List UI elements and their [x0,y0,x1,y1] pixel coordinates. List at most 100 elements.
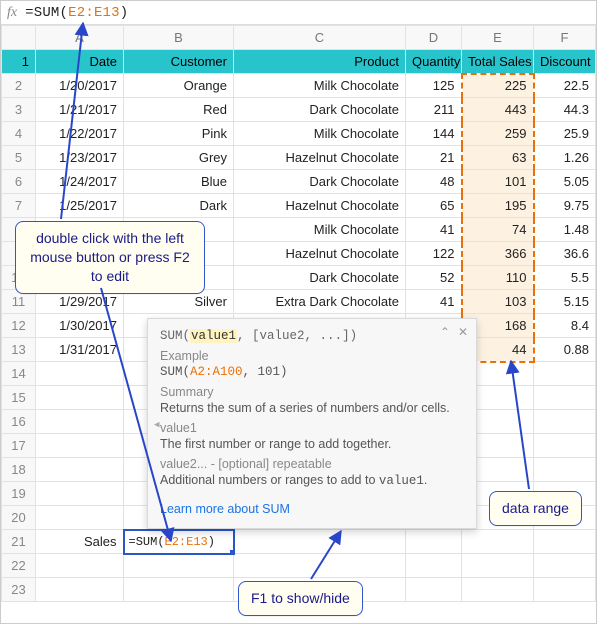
cell[interactable]: Pink [124,122,234,146]
cell[interactable]: Milk Chocolate [234,122,406,146]
row-header[interactable]: 23 [2,578,36,602]
table-row[interactable]: 31/21/2017RedDark Chocolate21144344.3 [2,98,596,122]
cell[interactable]: Discount [534,50,596,74]
cell[interactable] [406,578,462,602]
cell[interactable]: 1/24/2017 [36,170,124,194]
table-row[interactable]: 51/23/2017GreyHazelnut Chocolate21631.26 [2,146,596,170]
table-row[interactable]: 21/20/2017OrangeMilk Chocolate12522522.5 [2,74,596,98]
cell[interactable]: 195 [462,194,534,218]
formula-bar[interactable]: fx =SUM(E2:E13) [1,1,596,25]
row-header[interactable]: 17 [2,434,36,458]
col-header-e[interactable]: E [462,26,534,50]
cell[interactable]: Dark [124,194,234,218]
chevron-left-icon[interactable]: ◂ [154,417,160,430]
cell[interactable] [36,482,124,506]
collapse-icon[interactable]: ⌃ [440,325,450,339]
column-header-row[interactable]: A B C D E F [2,26,596,50]
row-header[interactable]: 1 [2,50,36,74]
row-header[interactable]: 4 [2,122,36,146]
table-row[interactable]: 22 [2,554,596,578]
cell[interactable]: 5.5 [534,266,596,290]
row-header[interactable]: 22 [2,554,36,578]
row-header[interactable]: 19 [2,482,36,506]
cell[interactable]: 1/23/2017 [36,146,124,170]
cell[interactable]: Red [124,98,234,122]
cell[interactable] [462,578,534,602]
row-header[interactable]: 2 [2,74,36,98]
table-row[interactable]: 41/22/2017PinkMilk Chocolate14425925.9 [2,122,596,146]
row-header[interactable]: 6 [2,170,36,194]
cell[interactable]: 65 [406,194,462,218]
cell[interactable]: 1.48 [534,218,596,242]
cell[interactable]: 366 [462,242,534,266]
cell[interactable] [36,554,124,578]
cell[interactable] [534,362,596,386]
cell[interactable] [406,530,462,554]
cell[interactable] [534,410,596,434]
row-header[interactable]: 3 [2,98,36,122]
learn-more-link[interactable]: Learn more about SUM [160,502,290,516]
cell[interactable]: Milk Chocolate [234,74,406,98]
cell[interactable]: 1/30/2017 [36,314,124,338]
cell[interactable]: 21 [406,146,462,170]
cell[interactable]: Orange [124,74,234,98]
cell[interactable]: 74 [462,218,534,242]
row-header[interactable]: 12 [2,314,36,338]
cell[interactable]: 1/31/2017 [36,338,124,362]
cell[interactable]: Dark Chocolate [234,170,406,194]
cell[interactable]: 9.75 [534,194,596,218]
cell[interactable] [406,554,462,578]
cell[interactable]: 1/25/2017 [36,194,124,218]
cell[interactable]: 225 [462,74,534,98]
cell[interactable]: 1/21/2017 [36,98,124,122]
cell[interactable]: 63 [462,146,534,170]
cell[interactable]: 22.5 [534,74,596,98]
cell[interactable]: Blue [124,170,234,194]
cell[interactable]: 110 [462,266,534,290]
table-row[interactable]: 21Sales=SUM(E2:E13) [2,530,596,554]
cell[interactable] [534,458,596,482]
cell[interactable]: Grey [124,146,234,170]
cell[interactable] [36,386,124,410]
cell[interactable]: Sales [36,530,124,554]
cell[interactable] [234,554,406,578]
cell[interactable] [534,434,596,458]
cell[interactable] [124,554,234,578]
active-cell[interactable]: =SUM(E2:E13) [124,530,234,554]
cell[interactable]: Dark Chocolate [234,98,406,122]
cell[interactable]: 103 [462,290,534,314]
cell[interactable]: 443 [462,98,534,122]
cell[interactable] [36,410,124,434]
cell[interactable] [534,578,596,602]
col-header-d[interactable]: D [406,26,462,50]
col-header-a[interactable]: A [36,26,124,50]
close-icon[interactable]: ✕ [458,325,468,339]
row-header[interactable]: 15 [2,386,36,410]
cell[interactable] [462,530,534,554]
header-data-row[interactable]: 1 Date Customer Product Quantity Total S… [2,50,596,74]
row-header[interactable]: 7 [2,194,36,218]
select-all-corner[interactable] [2,26,36,50]
cell[interactable] [36,362,124,386]
cell[interactable]: 144 [406,122,462,146]
row-header[interactable]: 18 [2,458,36,482]
cell[interactable]: 1/20/2017 [36,74,124,98]
cell[interactable]: 1/22/2017 [36,122,124,146]
cell[interactable]: Total Sales [462,50,534,74]
cell[interactable]: 44.3 [534,98,596,122]
cell[interactable] [124,578,234,602]
cell[interactable]: Dark Chocolate [234,266,406,290]
formula-content[interactable]: =SUM(E2:E13) [25,5,128,21]
row-header[interactable]: 13 [2,338,36,362]
row-header[interactable]: 16 [2,410,36,434]
cell[interactable]: 41 [406,218,462,242]
table-row[interactable]: 71/25/2017DarkHazelnut Chocolate651959.7… [2,194,596,218]
cell[interactable]: 125 [406,74,462,98]
col-header-c[interactable]: C [234,26,406,50]
cell[interactable]: 101 [462,170,534,194]
cell[interactable] [534,386,596,410]
row-header[interactable]: 20 [2,506,36,530]
cell[interactable]: Product [234,50,406,74]
cell[interactable] [534,554,596,578]
cell[interactable] [534,530,596,554]
